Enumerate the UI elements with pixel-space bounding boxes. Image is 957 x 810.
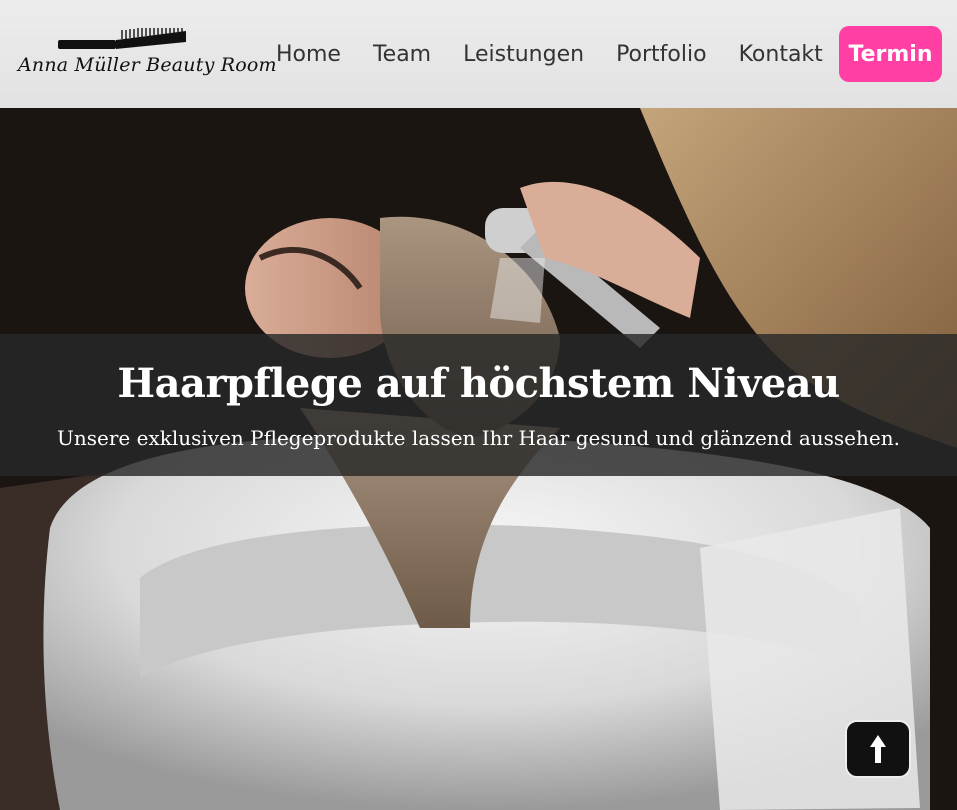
nav-home[interactable]: Home — [276, 34, 341, 75]
appointment-button[interactable]: Termin — [839, 26, 942, 82]
scroll-top-button[interactable] — [845, 720, 911, 778]
logo[interactable]: Anna Müller Beauty Room — [18, 26, 277, 84]
main-nav: Home Team Leistungen Portfolio Kontakt — [262, 26, 855, 82]
nav-team[interactable]: Team — [373, 34, 431, 75]
site-header: Anna Müller Beauty Room Home Team Leistu… — [0, 0, 957, 108]
hero-title: Haarpflege auf höchstem Niveau — [117, 360, 840, 407]
logo-text: Anna Müller Beauty Room — [18, 54, 277, 76]
nav-leistungen[interactable]: Leistungen — [463, 34, 584, 75]
comb-icon — [58, 28, 186, 49]
hero-caption: Haarpflege auf höchstem Niveau Unsere ex… — [0, 334, 957, 476]
hero-subtitle: Unsere exklusiven Pflegeprodukte lassen … — [57, 426, 900, 450]
nav-kontakt[interactable]: Kontakt — [739, 34, 823, 75]
hero-section: Haarpflege auf höchstem Niveau Unsere ex… — [0, 108, 957, 810]
arrow-up-icon — [870, 735, 886, 763]
nav-portfolio[interactable]: Portfolio — [616, 34, 707, 75]
